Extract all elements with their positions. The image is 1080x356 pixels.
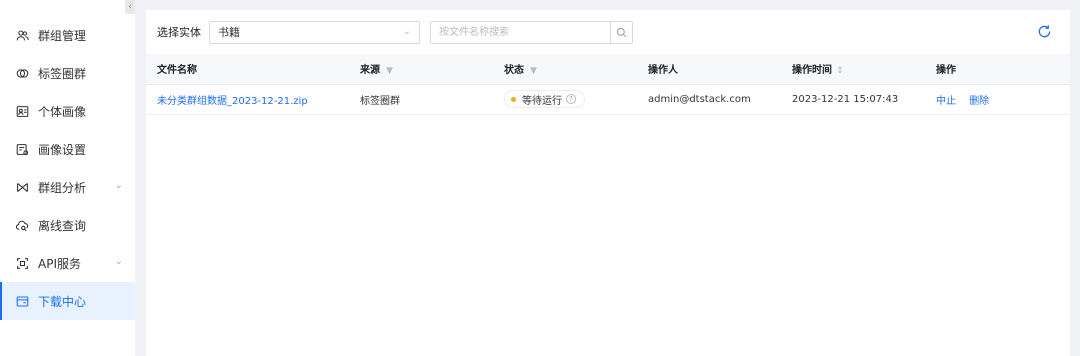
status-badge: 等待运行 ? [504,90,585,108]
sidebar-item-label: 标签圈群 [38,66,87,81]
download-icon [14,293,30,309]
sidebar-item-label: 群组管理 [38,28,87,43]
cell-actions: 中止 删除 [925,84,1070,115]
sidebar-item-download-center[interactable]: 下载中心 [0,282,135,320]
sidebar-item-label: 下载中心 [38,294,87,309]
sidebar-item-label: 画像设置 [38,142,87,157]
analysis-icon [14,179,30,195]
sidebar-item-api-service[interactable]: API服务 ⌄ [0,244,135,282]
sidebar-item-offline-query[interactable]: 离线查询 [0,206,135,244]
sidebar-item-label: 群组分析 [38,180,87,195]
abort-button[interactable]: 中止 [936,96,956,107]
sidebar-item-label: 离线查询 [38,218,87,233]
sidebar-item-label: 个体画像 [38,104,87,119]
entity-label: 选择实体 [157,26,201,39]
sidebar-item-label: API服务 [38,256,81,271]
sidebar-menu: 群组管理 标签圈群 个体画像 画像设置 群组分析 ⌄ 离线查询 API服务 ⌄ … [0,0,135,320]
sidebar-item-individual-portrait[interactable]: 个体画像 [0,92,135,130]
status-text: 等待运行 [522,95,562,107]
search-icon [616,27,627,37]
cloud-search-icon [14,217,30,233]
chevron-down-icon: ⌄ [114,180,123,191]
chevron-down-icon: ⌄ [114,256,123,267]
cell-operator: admin@dtstack.com [637,84,781,115]
portrait-icon [14,103,30,119]
column-header-status: 状态 ▼ [493,54,637,85]
table-row: 未分类群组数据_2023-12-21.zip 标签圈群 等待运行 ? admin… [146,84,1070,115]
download-table: 文件名称 来源 ▼ 状态 ▼ 操作人 操作时间 ⇕ 操作 未分类群组数据_2023-1… [146,54,1070,115]
sort-icon[interactable]: ⇕ [836,66,844,76]
chevron-down-icon: ⌄ [402,25,411,37]
filter-icon[interactable]: ▼ [386,66,393,76]
filter-icon[interactable]: ▼ [530,66,537,76]
entity-select-value: 书籍 [218,26,240,39]
sidebar-item-portrait-settings[interactable]: 画像设置 [0,130,135,168]
search-input[interactable] [431,21,610,43]
api-icon [14,255,30,271]
column-header-actions: 操作 [925,54,1070,85]
toolbar: 选择实体 书籍 ⌄ [146,10,1070,54]
column-header-file-name: 文件名称 [146,54,349,85]
column-header-source: 来源 ▼ [349,54,493,85]
download-center-panel: 选择实体 书籍 ⌄ 文件名称 来源▼ 状态▼ 操作人 操作时间⇕ [146,10,1070,356]
cell-status: 等待运行 ? [493,84,637,115]
file-link[interactable]: 未分类群组数据_2023-12-21.zip [157,96,308,107]
sidebar-item-group-analysis[interactable]: 群组分析 ⌄ [0,168,135,206]
cell-source: 标签圈群 [349,84,493,115]
question-icon[interactable]: ? [566,94,576,104]
settings-icon [14,141,30,157]
column-header-time: 操作时间 ⇕ [781,54,925,85]
group-icon [14,27,30,43]
status-dot [511,96,516,102]
column-header-operator: 操作人 [637,54,781,85]
sidebar: ‹ 群组管理 标签圈群 个体画像 画像设置 群组分析 ⌄ 离线查询 API服务 … [0,0,135,356]
tag-circle-icon [14,65,30,81]
sidebar-collapse-button[interactable]: ‹ [125,0,135,14]
delete-button[interactable]: 删除 [969,96,989,107]
search-box [430,20,633,44]
entity-select[interactable]: 书籍 ⌄ [209,20,420,44]
refresh-button[interactable] [1035,22,1053,40]
search-button[interactable] [610,21,632,43]
cell-time: 2023-12-21 15:07:43 [781,84,925,115]
cell-file-name: 未分类群组数据_2023-12-21.zip [146,84,349,115]
sidebar-item-group-management[interactable]: 群组管理 [0,16,135,54]
table-header-row: 文件名称 来源 ▼ 状态 ▼ 操作人 操作时间 ⇕ 操作 [146,54,1070,85]
sidebar-item-tag-circle[interactable]: 标签圈群 [0,54,135,92]
refresh-icon [1038,24,1050,37]
